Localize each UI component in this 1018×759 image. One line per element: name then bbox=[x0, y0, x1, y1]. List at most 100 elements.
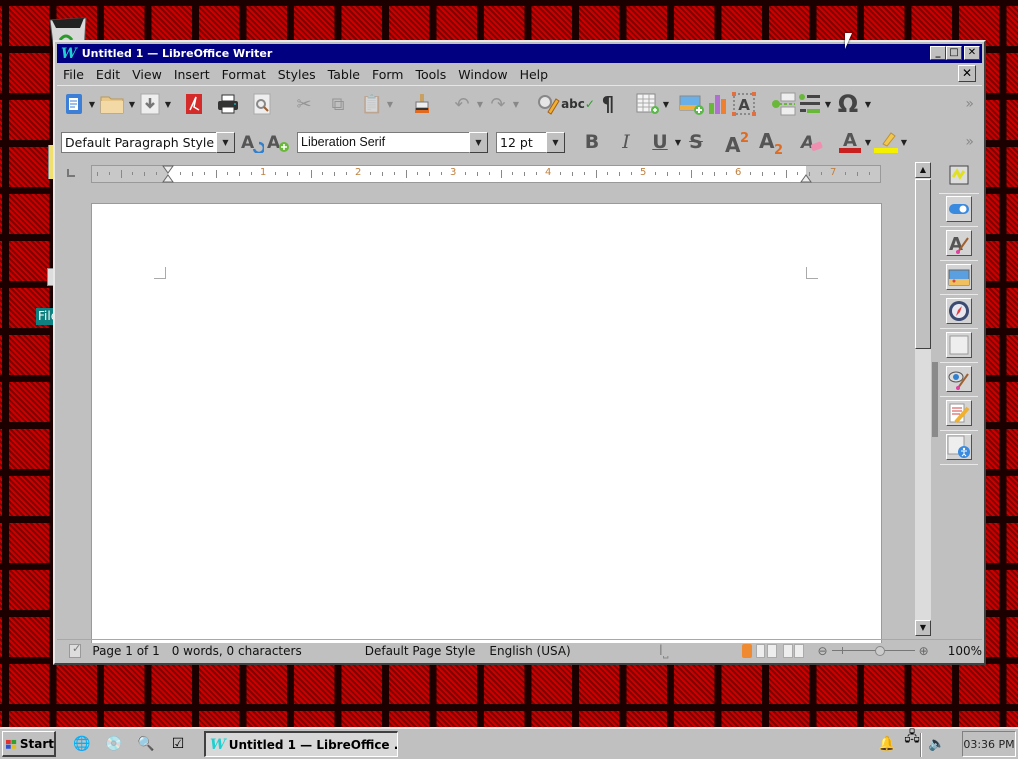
copy-button[interactable]: ⧉ bbox=[325, 91, 351, 117]
language[interactable]: English (USA) bbox=[489, 644, 570, 658]
insert-textbox-button[interactable]: A bbox=[731, 91, 757, 117]
sidebar-menu-button[interactable] bbox=[939, 162, 979, 194]
update-style-button[interactable]: A bbox=[239, 129, 265, 155]
redo-button[interactable]: ↷ bbox=[485, 91, 511, 117]
sidebar-page-button[interactable] bbox=[940, 196, 978, 227]
undo-dropdown-arrow[interactable]: ▼ bbox=[475, 100, 485, 109]
menu-help[interactable]: Help bbox=[514, 67, 555, 82]
menu-file[interactable]: File bbox=[57, 67, 90, 82]
export-pdf-button[interactable] bbox=[181, 91, 207, 117]
clone-formatting-button[interactable] bbox=[409, 91, 435, 117]
scroll-thumb[interactable] bbox=[915, 179, 931, 349]
word-count[interactable]: 0 words, 0 characters bbox=[172, 644, 302, 658]
zoom-slider[interactable] bbox=[831, 645, 915, 657]
print-preview-button[interactable] bbox=[249, 91, 275, 117]
tab-stop-selector[interactable] bbox=[67, 169, 75, 177]
bold-button[interactable]: B bbox=[579, 129, 605, 155]
document-page[interactable] bbox=[91, 203, 882, 643]
insert-page-break-button[interactable] bbox=[771, 91, 797, 117]
title-bar[interactable]: W Untitled 1 — LibreOffice Writer _ □ ✕ bbox=[57, 44, 982, 63]
menu-styles[interactable]: Styles bbox=[272, 67, 322, 82]
font-name-input[interactable]: Liberation Serif bbox=[297, 131, 469, 153]
menu-view[interactable]: View bbox=[126, 67, 168, 82]
insert-field-dropdown-arrow[interactable]: ▼ bbox=[823, 100, 833, 109]
superscript-button[interactable]: A2 bbox=[721, 129, 755, 155]
font-size-dropdown[interactable]: ▼ bbox=[546, 131, 565, 153]
zoom-out-icon[interactable]: ⊖ bbox=[818, 644, 828, 658]
font-color-dropdown-arrow[interactable]: ▼ bbox=[863, 138, 873, 147]
sidebar-manage-changes-button[interactable] bbox=[940, 400, 978, 431]
insert-chart-button[interactable] bbox=[705, 91, 731, 117]
menu-insert[interactable]: Insert bbox=[168, 67, 216, 82]
highlight-color-button[interactable] bbox=[873, 129, 899, 155]
book-view-icon[interactable] bbox=[782, 643, 804, 658]
insert-table-dropdown-arrow[interactable]: ▼ bbox=[661, 100, 671, 109]
sidebar-navigator-button[interactable] bbox=[940, 298, 978, 329]
menu-form[interactable]: Form bbox=[366, 67, 410, 82]
maximize-button[interactable]: □ bbox=[946, 46, 962, 60]
insert-mode-icon[interactable]: I⎵ bbox=[659, 643, 669, 659]
close-document-button[interactable]: ✕ bbox=[958, 65, 976, 82]
multi-page-view-icon[interactable] bbox=[755, 643, 777, 658]
find-replace-button[interactable] bbox=[535, 91, 561, 117]
sidebar-styles-button[interactable]: A bbox=[940, 230, 978, 261]
sidebar-design-button[interactable] bbox=[940, 366, 978, 397]
new-document-button[interactable] bbox=[61, 91, 87, 117]
italic-button[interactable]: I bbox=[613, 129, 639, 155]
menu-tools[interactable]: Tools bbox=[409, 67, 452, 82]
strikethrough-button[interactable]: S bbox=[683, 129, 709, 155]
redo-dropdown-arrow[interactable]: ▼ bbox=[511, 100, 521, 109]
vertical-scrollbar[interactable]: ▲ ▼ bbox=[915, 162, 931, 636]
open-dropdown-arrow[interactable]: ▼ bbox=[127, 100, 137, 109]
spellcheck-button[interactable]: abc✓ bbox=[561, 91, 595, 117]
undo-button[interactable]: ↶ bbox=[449, 91, 475, 117]
tray-notification[interactable]: 🔔 bbox=[878, 735, 896, 753]
font-size-input[interactable]: 12 pt bbox=[496, 131, 546, 153]
menu-edit[interactable]: Edit bbox=[90, 67, 126, 82]
menu-table[interactable]: Table bbox=[322, 67, 366, 82]
zoom-in-icon[interactable]: ⊕ bbox=[919, 644, 929, 658]
minimize-button[interactable]: _ bbox=[930, 46, 946, 60]
document-modified-icon[interactable]: ✓ bbox=[69, 642, 82, 658]
insert-table-button[interactable] bbox=[635, 91, 661, 117]
special-character-button[interactable]: Ω bbox=[833, 90, 863, 118]
clear-formatting-button[interactable]: A bbox=[799, 129, 825, 155]
zoom-level[interactable]: 100% bbox=[948, 644, 982, 658]
paste-dropdown-arrow[interactable]: ▼ bbox=[385, 100, 395, 109]
single-page-view-icon[interactable] bbox=[742, 643, 752, 658]
taskbar-clock[interactable]: 03:36 PM bbox=[962, 731, 1016, 757]
close-button[interactable]: ✕ bbox=[964, 46, 980, 60]
new-style-button[interactable]: A bbox=[265, 129, 291, 155]
insert-image-button[interactable] bbox=[679, 91, 705, 117]
subscript-button[interactable]: A2 bbox=[755, 129, 789, 155]
task-button-writer[interactable]: W Untitled 1 — LibreOffice ... bbox=[204, 731, 398, 757]
page-style[interactable]: Default Page Style bbox=[365, 644, 476, 658]
sidebar-gallery-button[interactable] bbox=[940, 264, 978, 295]
paragraph-style-input[interactable]: Default Paragraph Style bbox=[61, 131, 216, 153]
new-dropdown-arrow[interactable]: ▼ bbox=[87, 100, 97, 109]
menu-window[interactable]: Window bbox=[452, 67, 513, 82]
left-indent-marker[interactable] bbox=[162, 165, 174, 183]
tray-network[interactable]: 🖧 bbox=[903, 729, 921, 747]
insert-field-button[interactable] bbox=[797, 91, 823, 117]
open-button[interactable] bbox=[97, 91, 127, 117]
save-dropdown-arrow[interactable]: ▼ bbox=[163, 100, 173, 109]
horizontal-ruler[interactable]: 1 2 3 4 5 6 7 bbox=[91, 165, 881, 183]
formatting-toolbar-more-button[interactable]: » bbox=[965, 134, 974, 150]
underline-button[interactable]: U bbox=[647, 129, 673, 155]
quicklaunch-network[interactable]: 💿 bbox=[105, 735, 123, 753]
formatting-marks-button[interactable]: ¶ bbox=[595, 91, 621, 117]
cut-button[interactable]: ✂ bbox=[291, 91, 317, 117]
paste-button[interactable]: 📋 bbox=[359, 91, 385, 117]
save-button[interactable] bbox=[137, 91, 163, 117]
scroll-down-button[interactable]: ▼ bbox=[915, 620, 931, 636]
tray-volume[interactable]: 🔈 bbox=[928, 735, 946, 753]
quicklaunch-browser[interactable]: 🌐 bbox=[73, 735, 91, 753]
menu-format[interactable]: Format bbox=[216, 67, 272, 82]
quicklaunch-editor[interactable]: ☑ bbox=[169, 735, 187, 753]
zoom-slider-knob[interactable] bbox=[874, 645, 885, 656]
standard-toolbar-more-button[interactable]: » bbox=[965, 96, 974, 112]
start-button[interactable]: Start bbox=[2, 731, 56, 757]
highlight-color-dropdown-arrow[interactable]: ▼ bbox=[899, 138, 909, 147]
quicklaunch-explorer[interactable]: 🔍 bbox=[137, 735, 155, 753]
